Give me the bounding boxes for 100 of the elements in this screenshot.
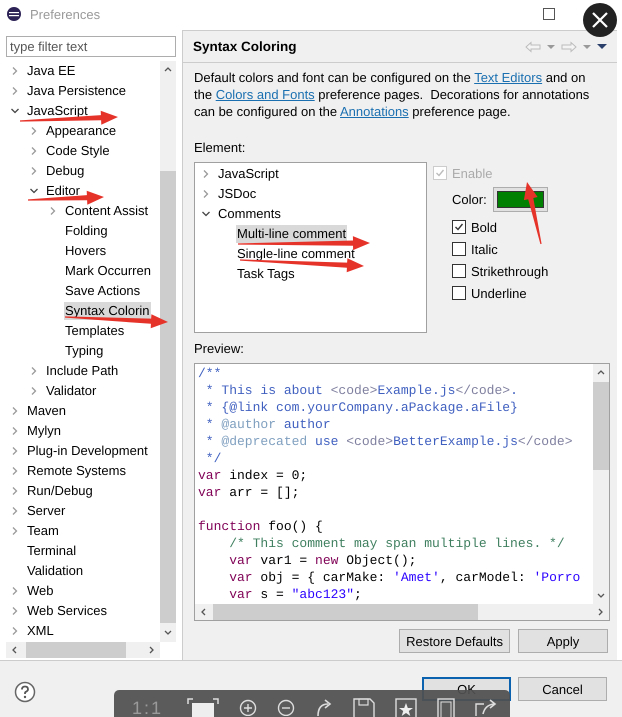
tree-item[interactable]: JSDoc	[217, 185, 258, 203]
tree-item[interactable]: Single-line comment	[236, 245, 356, 263]
chevron-right-icon[interactable]	[29, 366, 39, 376]
tree-item[interactable]: Debug	[45, 162, 86, 180]
restore-defaults-button[interactable]: Restore Defaults	[399, 629, 510, 653]
scrollbar-thumb[interactable]	[213, 604, 478, 620]
tree-item[interactable]: Folding	[64, 222, 109, 240]
chevron-right-icon[interactable]	[29, 386, 39, 396]
tree-item[interactable]: Remote Systems	[26, 462, 127, 480]
tree-item[interactable]: Hovers	[64, 242, 108, 260]
chevron-right-icon[interactable]	[10, 426, 20, 436]
chevron-right-icon[interactable]	[201, 169, 211, 179]
filter-field[interactable]: type filter text	[6, 36, 176, 57]
rotate-icon[interactable]	[315, 698, 334, 716]
chevron-down-icon[interactable]	[29, 186, 39, 196]
checkbox[interactable]	[452, 286, 466, 300]
tree-item[interactable]: Typing	[64, 342, 104, 360]
tree-item[interactable]: Plug-in Development	[26, 442, 149, 460]
tree-item[interactable]: Java EE	[26, 62, 76, 80]
dropdown-caret-icon[interactable]	[547, 44, 555, 50]
scrollbar-thumb[interactable]	[160, 171, 176, 623]
tree-item[interactable]: Team	[26, 522, 60, 540]
chevron-right-icon[interactable]	[10, 586, 20, 596]
tree-item[interactable]: Run/Debug	[26, 482, 94, 500]
scrollbar[interactable]	[593, 364, 609, 604]
dialog-button[interactable]: Cancel	[518, 677, 607, 701]
chevron-right-icon[interactable]	[10, 606, 20, 616]
checkbox[interactable]	[452, 220, 466, 234]
tree-item[interactable]: Validation	[26, 562, 84, 580]
tree-item[interactable]: Mark Occurren	[64, 262, 152, 280]
zoom-out-icon[interactable]	[277, 698, 296, 716]
tree-item[interactable]: Editor	[45, 182, 81, 200]
apply-button[interactable]: Apply	[518, 629, 608, 653]
tree-item[interactable]: Web Services	[26, 602, 108, 620]
tree-item[interactable]: JavaScript	[26, 102, 89, 120]
chevron-right-icon[interactable]	[29, 146, 39, 156]
tree-item[interactable]: JavaScript	[217, 165, 280, 183]
chevron-right-icon[interactable]	[10, 626, 20, 636]
tree-item[interactable]: Validator	[45, 382, 98, 400]
tree-item[interactable]: Include Path	[45, 362, 120, 380]
tree-item[interactable]: Syntax Colorin	[64, 302, 151, 320]
caret-left-icon[interactable]	[10, 645, 18, 655]
maximize-icon[interactable]	[543, 8, 555, 20]
tree-item[interactable]: Mylyn	[26, 422, 62, 440]
caret-left-icon[interactable]	[199, 607, 207, 617]
scrollbar[interactable]	[160, 61, 176, 642]
tree-item[interactable]: Comments	[217, 205, 282, 223]
tree-item[interactable]: Task Tags	[236, 265, 296, 283]
checkbox[interactable]	[452, 264, 466, 278]
save-icon[interactable]	[353, 698, 376, 717]
tree-item[interactable]: Save Actions	[64, 282, 142, 300]
link[interactable]: Colors and Fonts	[216, 87, 315, 102]
tree-item[interactable]: Java Persistence	[26, 82, 127, 100]
chevron-down-icon[interactable]	[201, 209, 211, 219]
caret-up-icon[interactable]	[163, 65, 173, 73]
scrollbar-thumb[interactable]	[26, 642, 126, 658]
link[interactable]: Text Editors	[474, 70, 542, 85]
chevron-right-icon[interactable]	[10, 506, 20, 516]
fit-screen-icon[interactable]	[187, 698, 220, 717]
check-icon	[454, 222, 464, 232]
chevron-right-icon[interactable]	[29, 166, 39, 176]
caret-down-icon[interactable]	[163, 629, 173, 637]
caret-right-icon[interactable]	[148, 645, 156, 655]
close-icon[interactable]	[583, 3, 617, 37]
tree-item[interactable]: Code Style	[45, 142, 111, 160]
scrollbar[interactable]	[195, 604, 609, 620]
scrollbar[interactable]	[6, 642, 160, 658]
chevron-right-icon[interactable]	[10, 486, 20, 496]
forward-arrow-icon[interactable]	[561, 40, 577, 52]
back-arrow-icon[interactable]	[525, 40, 541, 52]
menu-icon[interactable]	[597, 43, 607, 50]
chevron-right-icon[interactable]	[48, 206, 58, 216]
chevron-down-icon[interactable]	[10, 106, 20, 116]
caret-up-icon[interactable]	[596, 368, 606, 376]
tree-item[interactable]: Terminal	[26, 542, 78, 560]
link[interactable]: Annotations	[340, 104, 409, 119]
chevron-right-icon[interactable]	[29, 126, 39, 136]
checkbox[interactable]	[452, 242, 466, 256]
chevron-right-icon[interactable]	[201, 189, 211, 199]
tree-item[interactable]: Templates	[64, 322, 126, 340]
tree-item[interactable]: Content Assist	[64, 202, 150, 220]
tree-item[interactable]: Web	[26, 582, 54, 600]
tree-item[interactable]: Appearance	[45, 122, 118, 140]
chevron-right-icon[interactable]	[10, 406, 20, 416]
dropdown-caret-icon[interactable]	[583, 44, 591, 50]
tree-item[interactable]: Maven	[26, 402, 68, 420]
help-icon[interactable]	[14, 681, 36, 703]
caret-down-icon[interactable]	[596, 592, 606, 600]
chevron-right-icon[interactable]	[10, 66, 20, 76]
caret-right-icon[interactable]	[597, 607, 605, 617]
scrollbar-thumb[interactable]	[593, 382, 609, 470]
chevron-right-icon[interactable]	[10, 526, 20, 536]
chevron-right-icon[interactable]	[10, 86, 20, 96]
chevron-right-icon[interactable]	[10, 446, 20, 456]
zoom-in-icon[interactable]	[239, 698, 258, 716]
tree-item[interactable]: XML	[26, 622, 55, 640]
chevron-right-icon[interactable]	[10, 466, 20, 476]
tree-item[interactable]: Server	[26, 502, 66, 520]
star-icon[interactable]	[395, 698, 418, 717]
tree-item[interactable]: Multi-line comment	[236, 225, 348, 243]
